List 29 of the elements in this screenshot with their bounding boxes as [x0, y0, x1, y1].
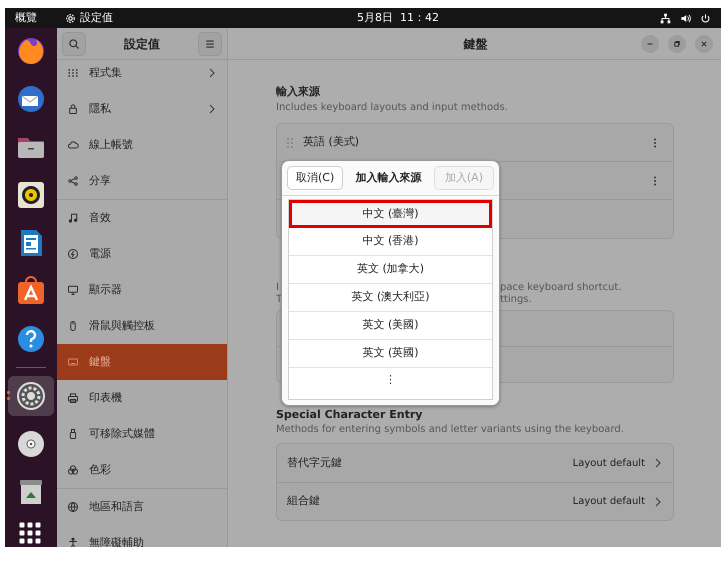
sidebar-label: 鍵盤	[89, 354, 112, 370]
sidebar-label: 可移除式媒體	[89, 426, 156, 442]
sidebar-label: 地區和語言	[89, 498, 145, 515]
description-fragment: I	[276, 282, 279, 294]
setting-label: 組合鍵	[287, 493, 321, 510]
sidebar-label: 電源	[89, 246, 112, 262]
sidebar-label: 隱私	[89, 100, 112, 117]
description-fragment: pace keyboard shortcut.	[500, 282, 622, 294]
window-title: 鍵盤	[464, 36, 488, 52]
input-source-label: 英語 (美式)	[303, 134, 360, 150]
setting-value: Layout default	[572, 456, 645, 470]
sidebar-label: 滑鼠與觸控板	[89, 318, 156, 334]
sidebar-label: 印表機	[89, 390, 123, 406]
section-heading: Special Character Entry	[276, 408, 424, 422]
sidebar-title: 設定值	[124, 36, 160, 52]
setting-value: Layout default	[572, 495, 645, 509]
section-description: Methods for entering symbols and letter variants using the keyboard.	[276, 423, 625, 437]
section-heading: 輸入來源	[276, 85, 321, 99]
sidebar-label: 音效	[89, 210, 112, 226]
sidebar-label: 色彩	[89, 462, 112, 478]
sidebar-label: 分享	[89, 172, 112, 189]
dialog-title: 加入輸入來源	[356, 170, 422, 186]
section-description: Includes keyboard layouts and input methods.	[276, 101, 509, 115]
description-fragment: ttings.	[500, 294, 532, 306]
app-menu-label: 設定值	[80, 10, 113, 26]
setting-label: 替代字元鍵	[287, 454, 343, 471]
sidebar-label: 顯示器	[89, 282, 123, 298]
sidebar-label: 線上帳號	[89, 136, 134, 153]
sidebar-label: 程式集	[89, 64, 123, 81]
